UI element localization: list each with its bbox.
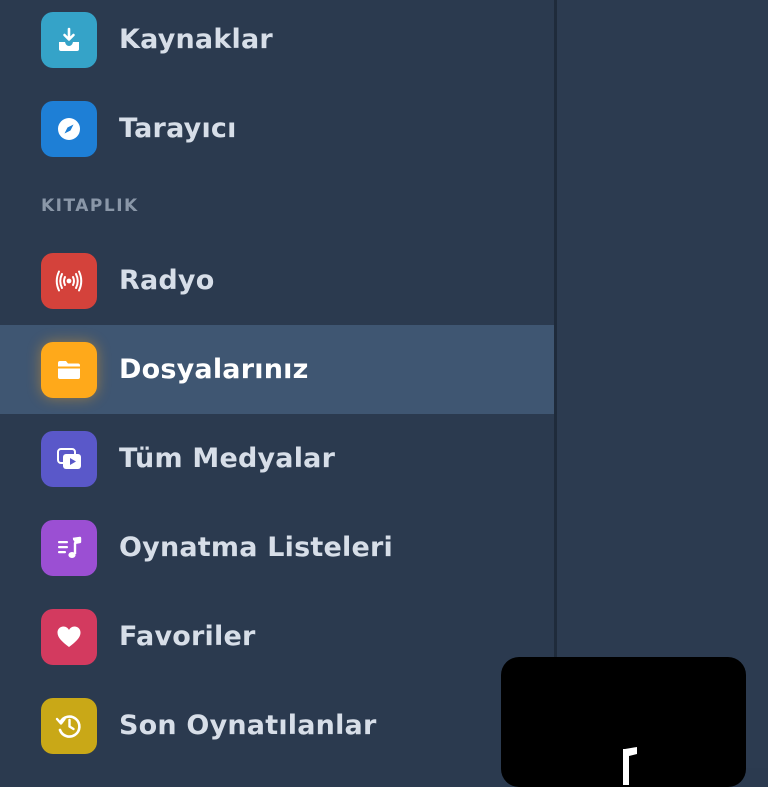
sidebar-item-label: Oynatma Listeleri: [119, 532, 393, 563]
folder-icon: [41, 341, 97, 398]
sidebar-item-son-oynatilanlar[interactable]: Son Oynatılanlar: [0, 681, 554, 770]
sidebar-item-label: Radyo: [119, 265, 215, 296]
sidebar-item-tarayici[interactable]: Tarayıcı: [0, 84, 554, 173]
sidebar-item-label: Son Oynatılanlar: [119, 710, 377, 741]
sidebar-item-label: Kaynaklar: [119, 24, 273, 55]
heart-icon: [41, 608, 97, 665]
sidebar: Kaynaklar Tarayıcı KITAPLIK Radyo Dosyal…: [0, 0, 554, 768]
sources-inbox-icon: [41, 11, 97, 68]
sidebar-item-label: Favoriler: [119, 621, 256, 652]
sidebar-item-kaynaklar[interactable]: Kaynaklar: [0, 0, 554, 84]
section-header-library: KITAPLIK: [41, 196, 139, 216]
sidebar-item-label: Dosyalarınız: [119, 354, 309, 385]
sidebar-item-tum-medyalar[interactable]: Tüm Medyalar: [0, 414, 554, 503]
sidebar-item-label: Tarayıcı: [119, 113, 237, 144]
sidebar-item-radyo[interactable]: Radyo: [0, 236, 554, 325]
music-note-icon: [619, 745, 639, 785]
history-icon: [41, 697, 97, 754]
compass-icon: [41, 100, 97, 157]
sidebar-item-favoriler[interactable]: Favoriler: [0, 592, 554, 681]
main-content-area: [557, 0, 768, 768]
sidebar-item-label: Tüm Medyalar: [119, 443, 336, 474]
sidebar-item-dosyalariniz[interactable]: Dosyalarınız: [0, 325, 554, 414]
sidebar-item-oynatma-listeleri[interactable]: Oynatma Listeleri: [0, 503, 554, 592]
radio-broadcast-icon: [41, 252, 97, 309]
media-stack-icon: [41, 430, 97, 487]
playlist-icon: [41, 519, 97, 576]
